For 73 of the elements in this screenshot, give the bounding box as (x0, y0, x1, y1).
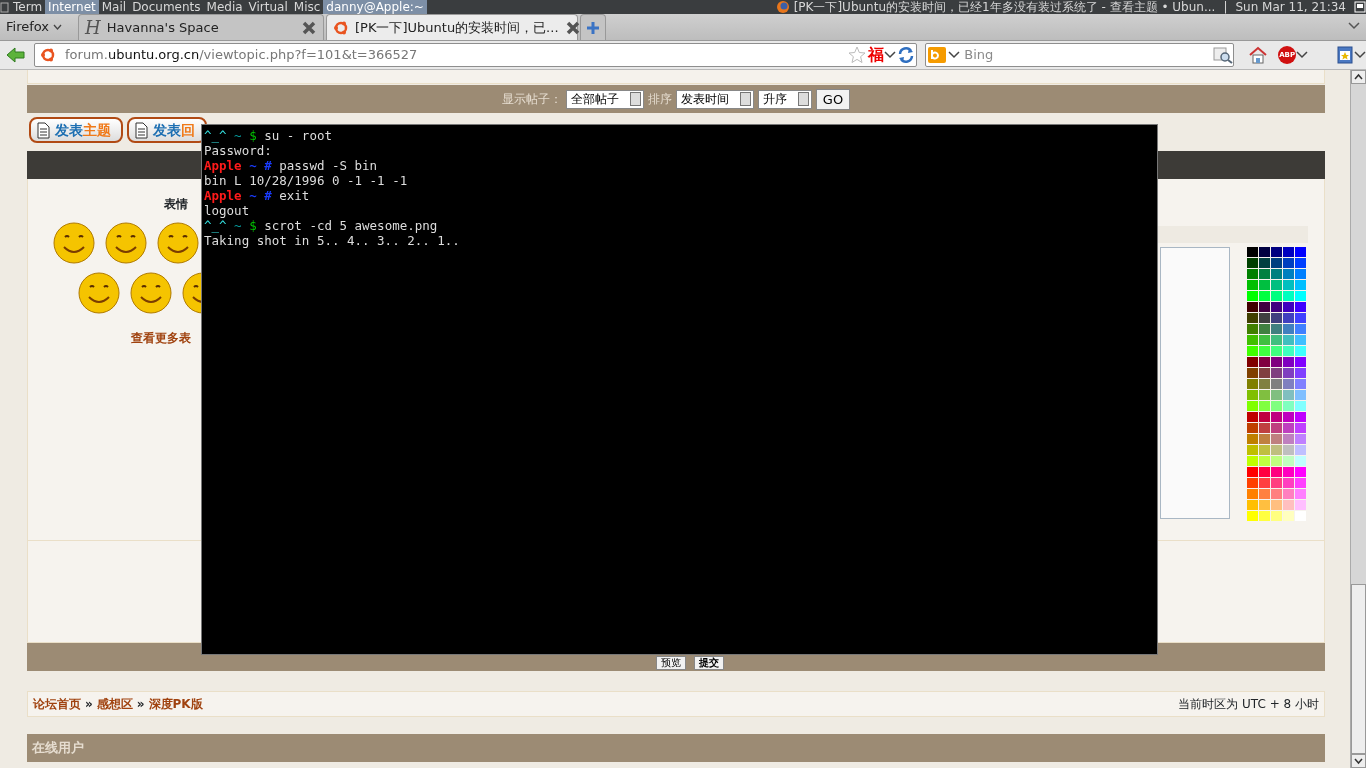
firefox-icon (775, 0, 790, 14)
editor-button[interactable]: 预览 (656, 656, 686, 670)
filter-label: 显示帖子： (501, 91, 562, 108)
new-tab-button[interactable] (580, 14, 607, 40)
address-field[interactable]: forum.ubuntu.org.cn/viewtopic.php?f=101&t=366527 福 (34, 43, 918, 67)
browser-tab[interactable]: H Havanna's Space (78, 14, 325, 40)
terminal-line: bin L 10/28/1996 0 -1 -1 -1 (204, 173, 409, 188)
terminal-line: Password: (204, 143, 273, 158)
extension-icon[interactable]: 福 (868, 46, 885, 64)
more-emoticons-link[interactable]: 查看更多表 (130, 329, 191, 347)
window-title: [PK一下]Ubuntu的安装时间，已经1年多没有装过系统了 - 查看主题 • Ubun... (793, 0, 1216, 14)
dropdown[interactable]: 全部帖子 (565, 89, 644, 109)
scroll-down-icon[interactable] (1351, 754, 1366, 768)
star-icon[interactable] (848, 46, 867, 64)
scroll-up-icon[interactable] (1351, 70, 1366, 84)
smiley-icon (155, 221, 200, 265)
smiley-icon (51, 221, 96, 265)
smiley-icon (128, 271, 173, 315)
breadcrumb-link[interactable]: 深度PK版 (148, 695, 203, 713)
menu-button[interactable]: Firefox (0, 14, 69, 40)
chevron-icon[interactable] (1348, 22, 1360, 30)
emoticon-title: 表情 (163, 196, 188, 213)
scrollbar[interactable] (1350, 70, 1366, 768)
timezone-text: 当前时区为 UTC + 8 小时 (1178, 696, 1319, 713)
close-icon[interactable] (301, 19, 318, 36)
color-palette-drawing[interactable] (1247, 247, 1306, 521)
section-title: 在线用户 (32, 739, 84, 758)
breadcrumb-link[interactable]: 论坛首页 (33, 695, 81, 713)
breadcrumb-link[interactable]: 感想区 (96, 695, 133, 713)
back-icon[interactable] (6, 46, 26, 64)
bookmark-icon[interactable] (1336, 46, 1354, 64)
close-icon[interactable] (564, 19, 581, 36)
scrollbar-thumb[interactable] (1351, 584, 1366, 754)
breadcrumb-separator: » (136, 696, 145, 713)
terminal-line: Apple ~ # exit (204, 188, 311, 203)
terminal-line: Apple ~ # passwd -S bin (204, 158, 379, 173)
terminal-line: ^_^ ~ $ su - root (204, 128, 333, 143)
caret-icon[interactable] (884, 51, 897, 59)
search-engine-button[interactable] (926, 46, 961, 64)
caret-icon[interactable] (1296, 51, 1308, 59)
terminal-line: Taking shot in 5.. 4.. 3.. 2.. 1.. (204, 233, 461, 248)
menu-item[interactable]: Term (10, 0, 46, 14)
search-engine-icon (926, 46, 949, 64)
terminal-line: logout (204, 203, 251, 218)
smiley-icon (103, 221, 148, 265)
window-box-icon[interactable] (1354, 0, 1366, 14)
sort-label: 排序 (647, 91, 672, 108)
menu-item[interactable]: Media (203, 0, 246, 14)
search-icon[interactable] (1213, 46, 1234, 64)
ubuntu-icon (333, 19, 350, 36)
dropdown[interactable]: 发表时间 (675, 89, 754, 109)
caret-icon[interactable] (1354, 51, 1366, 59)
menu-item[interactable]: Documents (129, 0, 204, 14)
caret-icon (948, 51, 961, 59)
plus-icon (586, 20, 601, 35)
browser-tab[interactable]: [PK一下]Ubuntu的安装时间，已... (326, 14, 579, 40)
menu-item[interactable]: Virtual (245, 0, 291, 14)
separator: | (1223, 0, 1228, 14)
terminal-line: ^_^ ~ $ scrot -cd 5 awesome.png (204, 218, 439, 233)
dropdown[interactable]: 升序 (757, 89, 812, 109)
panel-icon (0, 0, 10, 14)
smiley-icon (76, 271, 121, 315)
menu-item[interactable]: Mail (98, 0, 130, 14)
menu-item[interactable]: Misc (290, 0, 324, 14)
editor-button[interactable]: 提交 (694, 656, 724, 670)
home-icon[interactable] (1248, 46, 1269, 64)
document-icon (35, 121, 51, 139)
breadcrumb-separator: » (85, 696, 93, 713)
document-icon (133, 121, 149, 139)
clock: Sun Mar 11, 21:34 (1235, 0, 1346, 14)
caret-icon (53, 24, 63, 30)
go-button[interactable]: GO (815, 88, 851, 110)
post-button[interactable]: 发表主题 (29, 117, 123, 143)
